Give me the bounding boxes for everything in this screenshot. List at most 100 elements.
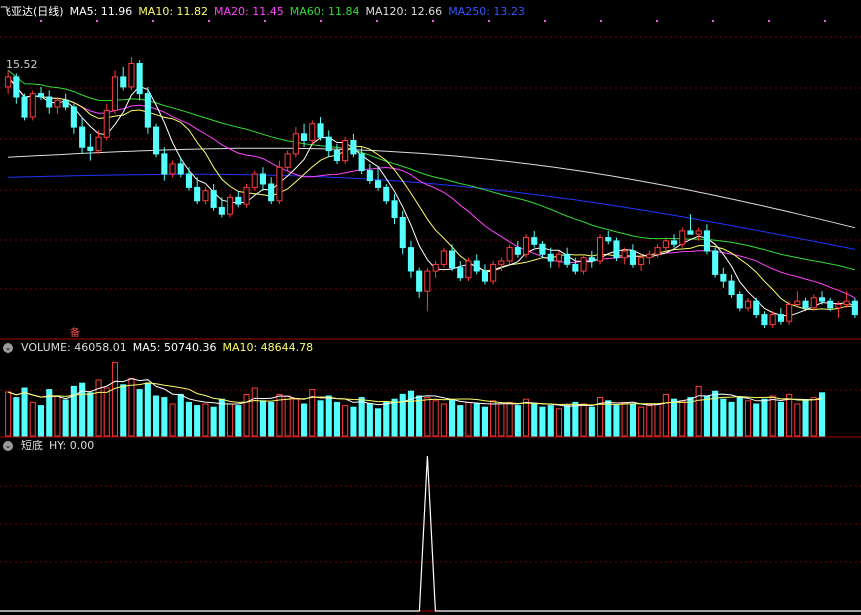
volume-bar [227,403,234,437]
volume-collapse-icon[interactable]: ⌄ [3,343,13,353]
ma60-label: MA60: 11.84 [289,5,360,18]
volume-bar [128,377,135,437]
volume-bar [284,395,291,437]
volume-bar [769,395,776,437]
candle-body [342,140,349,162]
candle-body [745,300,752,309]
candle-body [79,126,86,148]
ma250-line [8,173,856,250]
candle-body [358,153,365,172]
candle-body [564,253,571,265]
candle-body [851,300,858,316]
indicator-collapse-icon[interactable]: ⌄ [3,441,13,451]
volume-bar [621,401,628,437]
volume-bar [720,398,727,437]
ma10-line [7,76,855,311]
candle-body [728,280,735,296]
volume-ma5-label: MA5: 50740.36 [132,341,217,354]
candle-body [46,96,53,108]
candle-body [646,253,653,259]
volume-bar [407,390,414,437]
candle-body [572,263,579,272]
volume-bar [646,405,653,437]
volume-bar [506,401,513,437]
candle-body [761,314,768,326]
volume-bar [399,393,406,437]
candle-body [794,300,801,306]
volume-bar [235,405,242,437]
volume-bar [687,397,694,437]
ma250-label: MA250: 13.23 [448,5,525,18]
volume-bar [342,405,349,437]
volume-bar [761,398,768,437]
volume-bar [588,406,595,437]
candle-body [465,260,472,279]
candle-body [424,270,431,292]
volume-bar [358,397,365,437]
stock-title: 飞亚达(日线) [0,5,64,18]
candle-body [227,196,234,215]
kline-chart[interactable] [0,0,861,615]
candle-body [399,217,406,249]
volume-bar [301,403,308,437]
volume-bar [375,408,382,437]
volume-bar [383,401,390,437]
volume-bar [5,391,12,437]
volume-bar [539,406,546,437]
volume-bar [547,405,554,437]
volume-bar [457,405,464,437]
candle-body [481,270,488,282]
volume-bar [810,397,817,437]
top-marker-dot [40,20,42,22]
volume-bar [136,389,143,437]
volume-bar [654,403,661,437]
volume-bar [87,392,94,437]
top-marker-dot [208,20,210,22]
volume-bar [572,401,579,437]
candle-body [284,153,291,168]
volume-bar [802,400,809,437]
candle-body [720,273,727,282]
ma10-label: MA10: 11.82 [138,5,209,18]
ma20-label: MA20: 11.45 [214,5,284,18]
candle-body [325,136,332,152]
candle-body [169,163,176,175]
volume-bar [481,406,488,437]
volume-bar [153,395,160,437]
candle-body [819,297,826,302]
volume-bar [391,398,398,437]
top-marker-dot [656,20,658,22]
volume-bar [753,403,760,437]
candle-body [843,300,850,306]
candle-body [185,173,192,188]
candle-body [243,186,250,205]
candle-body [629,250,637,265]
volume-bar [498,403,505,437]
volume-bar [120,384,127,437]
candle-body [613,240,620,259]
candle-body [251,173,258,188]
volume-bar [169,403,176,437]
candle-body [687,230,694,235]
volume-bar [490,400,497,437]
candle-body [259,173,266,185]
candle-body [555,253,563,262]
candle-body [679,230,686,245]
candle-body [276,166,283,202]
volume-bar [671,398,678,437]
ma120-label: MA120: 12.66 [365,5,443,18]
volume-bar [736,397,743,437]
candle-body [5,76,12,88]
volume-bar [29,401,36,437]
candle-body [161,153,168,175]
volume-bar [745,400,752,437]
candle-body [268,183,275,202]
volume-bar [514,405,521,437]
candle-body [662,240,669,249]
candle-body [29,93,36,118]
candle-body [177,163,184,175]
event-marker: 备 [70,328,80,339]
volume-bar [202,403,209,437]
candle-body [309,123,316,142]
candle-body [440,250,447,265]
